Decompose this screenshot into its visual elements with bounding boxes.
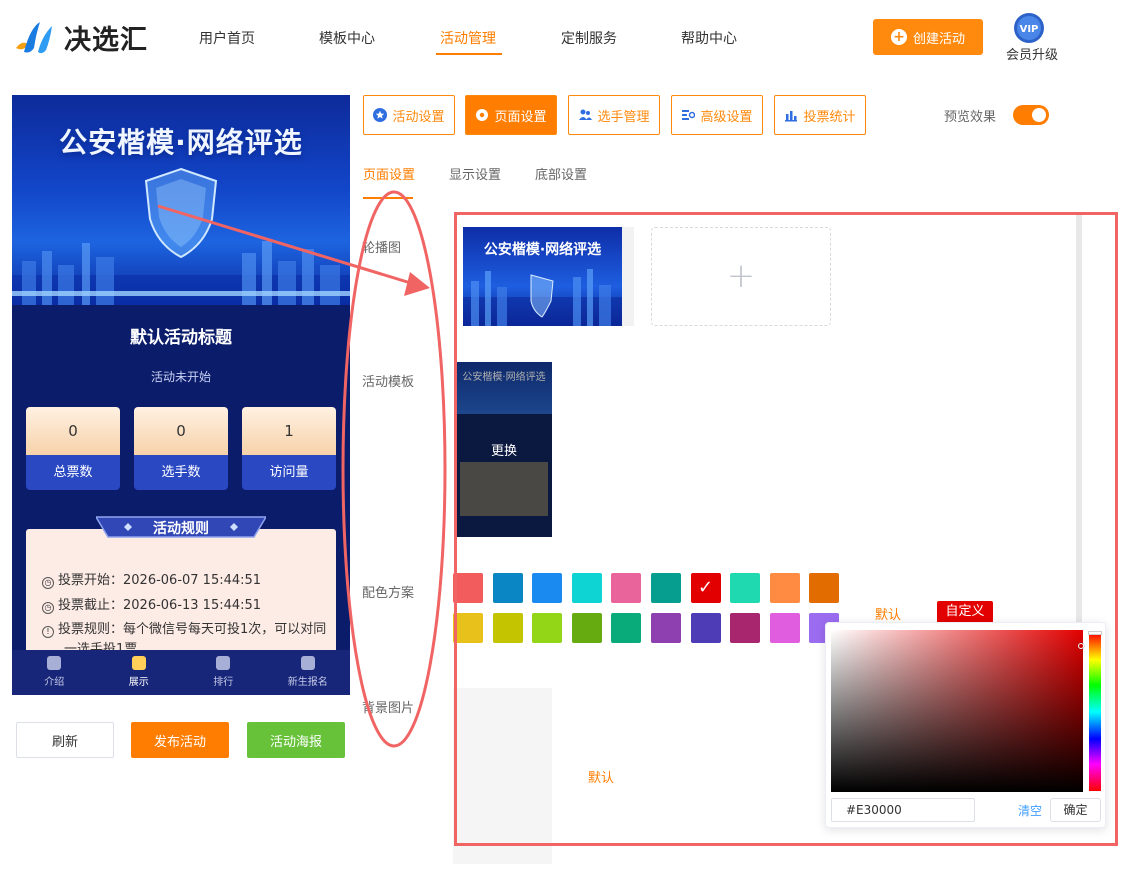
- nav-help-center[interactable]: 帮助中心: [681, 28, 737, 48]
- clock-icon: ◷: [42, 602, 54, 614]
- color-scheme-label: 配色方案: [362, 586, 415, 601]
- stat-value: 0: [134, 407, 228, 455]
- annotation-ellipse: [341, 190, 447, 748]
- stat-value: 0: [26, 407, 120, 455]
- subtab-page-settings[interactable]: 页面设置: [363, 164, 415, 183]
- template-label: 活动模板: [362, 375, 415, 390]
- refresh-button[interactable]: 刷新: [16, 722, 114, 758]
- vip-badge-icon[interactable]: VIP: [1013, 12, 1045, 44]
- tab-signup[interactable]: 新生报名: [266, 650, 351, 695]
- rule-text: 投票开始：2026-06-07 15:44:51: [58, 573, 262, 588]
- create-activity-label: 创建活动: [912, 31, 965, 47]
- tab-label: 投票统计: [803, 109, 856, 125]
- brand-name: 决选汇: [64, 25, 148, 56]
- stat-visits: 1 访问量: [242, 407, 336, 490]
- stat-label: 访问量: [242, 455, 336, 490]
- tab-label: 选手管理: [597, 109, 650, 125]
- intro-icon: [47, 656, 62, 670]
- vip-badge-text: VIP: [1020, 24, 1039, 35]
- tab-label: 介绍: [44, 677, 65, 688]
- nav-activity-management[interactable]: 活动管理: [440, 28, 496, 48]
- nav-active-indicator: [436, 53, 502, 55]
- stat-label: 选手数: [134, 455, 228, 490]
- preview-tabbar: 介绍 展示 排行 新生报名: [12, 650, 350, 695]
- star-icon: [373, 108, 388, 122]
- tab-label: 高级设置: [700, 109, 753, 125]
- signup-icon: [300, 656, 315, 670]
- stat-total-votes: 0 总票数: [26, 407, 120, 490]
- stat-label: 总票数: [26, 455, 120, 490]
- preview-banner: 公安楷模·网络评选: [12, 95, 350, 305]
- subtab-footer-settings[interactable]: 底部设置: [535, 164, 587, 183]
- tab-label: 页面设置: [494, 109, 547, 125]
- rule-vote-end: ◷ 投票截止：2026-06-13 15:44:51: [42, 594, 261, 614]
- rules-title: 活动规则: [153, 521, 209, 537]
- mobile-preview: 公安楷模·网络评选 默认活动标题 活动未开始 0 总票数 0 选手数 1 访问量…: [12, 95, 350, 695]
- publish-activity-button[interactable]: 发布活动: [131, 722, 229, 758]
- gear-icon: [476, 109, 489, 121]
- rule-vote-start: ◷ 投票开始：2026-06-07 15:44:51: [42, 569, 261, 589]
- banner-title: 公安楷模·网络评选: [59, 126, 303, 159]
- tab-page-settings[interactable]: 页面设置: [465, 95, 557, 135]
- nav-custom-service[interactable]: 定制服务: [561, 28, 617, 48]
- sliders-icon: [682, 110, 696, 120]
- rank-icon: [216, 656, 231, 670]
- users-icon: [579, 109, 593, 120]
- plus-circle-icon: +: [890, 29, 907, 45]
- subtab-display-settings[interactable]: 显示设置: [449, 164, 501, 183]
- info-icon: !: [42, 626, 54, 638]
- tab-intro[interactable]: 介绍: [12, 650, 97, 695]
- tab-activity-settings[interactable]: 活动设置: [363, 95, 455, 135]
- preview-effect-label: 预览效果: [944, 110, 997, 125]
- clock-icon: ◷: [42, 577, 54, 589]
- tab-advanced-settings[interactable]: 高级设置: [671, 95, 763, 135]
- rule-text: 投票规则：每个微信号每天可投1次，可以对同: [58, 622, 327, 637]
- bar-chart-icon: [785, 111, 798, 122]
- tab-rank[interactable]: 排行: [181, 650, 266, 695]
- tab-display[interactable]: 展示: [97, 650, 182, 695]
- vip-upgrade-link[interactable]: 会员升级: [1006, 44, 1058, 63]
- tab-vote-statistics[interactable]: 投票统计: [774, 95, 866, 135]
- stat-contestants: 0 选手数: [134, 407, 228, 490]
- stat-value: 1: [242, 407, 336, 455]
- background-image-label: 背景图片: [362, 701, 415, 716]
- activity-poster-button[interactable]: 活动海报: [247, 722, 345, 758]
- logo-icon: [16, 22, 52, 54]
- tab-label: 排行: [213, 677, 234, 688]
- nav-user-home[interactable]: 用户首页: [199, 28, 255, 48]
- carousel-label: 轮播图: [362, 241, 402, 256]
- activity-title: 默认活动标题: [130, 328, 232, 348]
- activity-status: 活动未开始: [150, 370, 211, 384]
- create-activity-button[interactable]: + 创建活动: [873, 19, 983, 55]
- annotation-arrow-head: [404, 272, 430, 296]
- preview-effect-toggle[interactable]: [1013, 105, 1049, 125]
- rule-vote-policy: ! 投票规则：每个微信号每天可投1次，可以对同: [42, 618, 326, 638]
- tab-label: 展示: [128, 677, 149, 688]
- tab-label: 活动设置: [392, 109, 445, 125]
- nav-template-center[interactable]: 模板中心: [319, 28, 375, 48]
- rule-text: 投票截止：2026-06-13 15:44:51: [58, 598, 262, 613]
- subtab-active-indicator: [363, 197, 413, 199]
- tab-label: 新生报名: [287, 677, 328, 688]
- display-icon: [131, 656, 146, 670]
- shield-icon: [144, 167, 218, 259]
- tab-contestant-management[interactable]: 选手管理: [568, 95, 660, 135]
- annotation-highlight-box: [454, 212, 1118, 846]
